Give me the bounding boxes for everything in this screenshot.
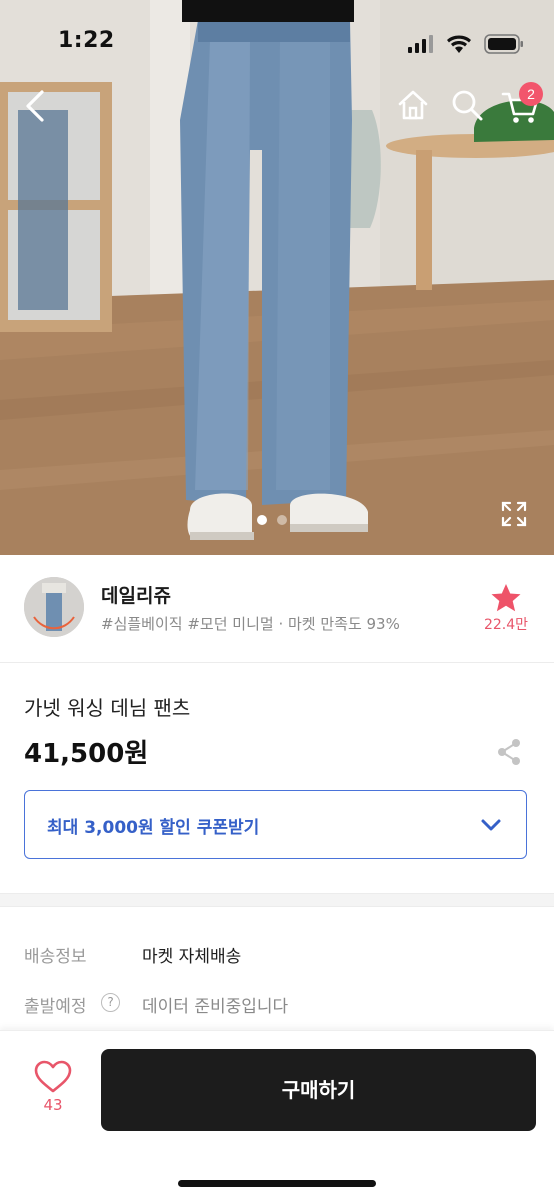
star-icon[interactable] xyxy=(490,583,522,613)
product-image-gallery[interactable]: 1:22 2 xyxy=(0,0,554,555)
heart-icon xyxy=(34,1060,72,1093)
product-price: 41,500원 xyxy=(24,739,149,769)
shipping-info-value: 마켓 자체배송 xyxy=(142,947,242,967)
seller-section[interactable]: 데일리쥬 #심플베이직 #모던 미니멀 · 마켓 만족도 93% xyxy=(0,555,554,663)
home-icon[interactable] xyxy=(396,88,430,122)
gallery-dot-active[interactable] xyxy=(257,515,267,525)
like-count: 43 xyxy=(43,1096,63,1114)
home-indicator[interactable] xyxy=(178,1180,376,1187)
battery-icon xyxy=(484,34,523,54)
seller-favorite-count: 22.4만 xyxy=(483,617,529,633)
status-time: 1:22 xyxy=(58,28,115,53)
section-divider xyxy=(0,893,554,907)
departure-value: 데이터 준비중입니다 xyxy=(142,997,289,1017)
chevron-down-icon xyxy=(481,819,501,831)
signal-icon xyxy=(408,35,433,53)
expand-icon[interactable] xyxy=(500,500,528,528)
departure-label: 출발예정 xyxy=(24,997,87,1017)
status-icons xyxy=(408,34,524,54)
coupon-button[interactable]: 최대 3,000원 할인 쿠폰받기 xyxy=(24,790,527,859)
status-bar: 1:22 xyxy=(0,0,554,88)
seller-avatar[interactable] xyxy=(24,577,84,637)
share-icon[interactable] xyxy=(496,738,522,766)
gallery-pagination xyxy=(257,515,287,525)
gallery-dot[interactable] xyxy=(277,515,287,525)
seller-name[interactable]: 데일리쥬 xyxy=(101,581,171,608)
wifi-icon xyxy=(447,35,471,53)
coupon-label: 최대 3,000원 할인 쿠폰받기 xyxy=(47,818,260,838)
product-detail-screen: 1:22 2 데일리쥬 #심플베이직 #모던 미니멀 · 마켓 만족도 93% … xyxy=(0,0,554,1200)
search-icon[interactable] xyxy=(450,88,484,122)
seller-tags: #심플베이직 #모던 미니멀 · 마켓 만족도 93% xyxy=(101,615,400,633)
back-icon[interactable] xyxy=(18,86,54,126)
buy-button[interactable]: 구매하기 xyxy=(101,1049,536,1131)
help-icon[interactable]: ? xyxy=(101,993,120,1012)
product-title: 가넷 워싱 데님 팬츠 xyxy=(24,696,191,720)
shipping-info-label: 배송정보 xyxy=(24,947,87,967)
avatar-image xyxy=(24,577,84,637)
cart-count-badge: 2 xyxy=(519,82,543,106)
